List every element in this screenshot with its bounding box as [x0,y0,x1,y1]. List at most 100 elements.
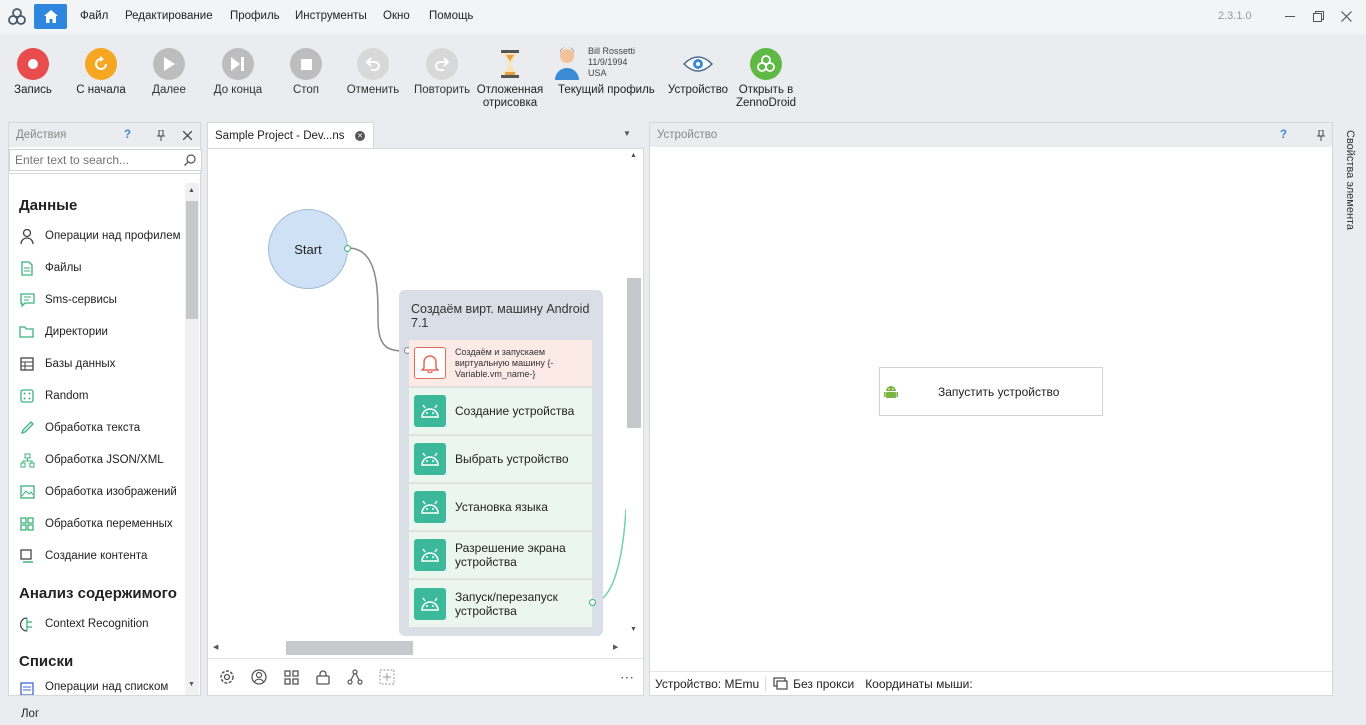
device-panel: Устройство ? Запустить устройство Устрой… [649,122,1333,696]
canvas-hscrollbar[interactable]: ◀ ▶ [210,640,624,656]
action-profile-ops[interactable]: Операции над профилем [19,226,181,246]
action-text-processing[interactable]: Обработка текста [19,418,140,438]
action-directories[interactable]: Директории [19,322,108,342]
status-device: Устройство: MEmu [650,676,767,691]
node-create-device[interactable]: Создание устройства [409,388,592,435]
log-tab[interactable]: Лог [21,708,39,720]
action-image-processing[interactable]: Обработка изображений [19,482,177,502]
profile-settings-button[interactable] [249,667,269,687]
grid-icon [283,669,299,685]
device-button[interactable]: Устройство [666,48,730,97]
menu-edit[interactable]: Редактирование [125,10,213,22]
restore-button[interactable] [1310,8,1326,24]
scroll-down-icon[interactable]: ▼ [188,681,195,688]
section-content-analysis-title: Анализ содержимого [19,585,177,602]
pin-icon[interactable] [1310,129,1332,141]
alert-node[interactable]: Создаём и запускаем виртуальную машину {… [409,340,592,387]
action-label: Операции над списком [45,681,169,693]
profile-country: USA [588,68,607,78]
action-sms[interactable]: Sms-сервисы [19,290,117,310]
close-tab-icon[interactable]: ✕ [355,131,365,141]
toolbar: Запись С начала Далее До конца Стоп Отме… [0,34,1366,116]
close-window-button[interactable] [1338,8,1354,24]
stop-label: Стоп [292,84,320,96]
help-icon[interactable]: ? [124,129,148,141]
action-variables[interactable]: Обработка переменных [19,514,173,534]
lock-icon [316,669,330,685]
start-output-port[interactable] [344,245,351,252]
scroll-up-icon[interactable]: ▲ [630,152,637,159]
scroll-thumb[interactable] [186,201,198,319]
home-icon [43,10,58,23]
to-end-label: До конца [213,84,263,96]
stop-button[interactable]: Стоп [284,48,328,97]
action-random[interactable]: Random [19,386,88,406]
actions-scrollbar[interactable]: ▲ ▼ [185,183,199,695]
scroll-left-icon[interactable]: ◀ [213,643,218,651]
action-label: Файлы [45,262,82,274]
help-icon[interactable]: ? [1280,129,1310,141]
restart-button[interactable]: С начала [75,48,127,97]
grid-view-button[interactable] [281,667,301,687]
start-node[interactable]: Start [268,209,348,289]
menu-help[interactable]: Помощь [429,10,473,22]
tab-dropdown-icon[interactable]: ▼ [623,129,631,138]
hscroll-thumb[interactable] [286,641,413,655]
device-panel-header: Устройство ? [650,123,1332,147]
record-button[interactable]: Запись [10,48,56,97]
scroll-up-icon[interactable]: ▲ [188,187,195,194]
start-device-button[interactable]: Запустить устройство [879,367,1103,416]
action-content-creation[interactable]: Создание контента [19,546,147,566]
open-zennodroid-button[interactable]: Открыть в ZennoDroid [734,48,798,110]
menu-file[interactable]: Файл [80,10,108,22]
close-panel-icon[interactable] [174,130,200,140]
lock-button[interactable] [313,667,333,687]
node-select-device[interactable]: Выбрать устройство [409,436,592,483]
action-databases[interactable]: Базы данных [19,354,115,374]
current-profile-button[interactable]: Текущий профиль [558,84,655,96]
canvas-vscrollbar[interactable]: ▲ ▼ [626,150,642,638]
action-json-xml[interactable]: Обработка JSON/XML [19,450,164,470]
redo-icon [426,48,458,80]
next-button[interactable]: Далее [146,48,192,97]
action-context-recognition[interactable]: Context Recognition [19,614,149,634]
avatar [553,46,581,80]
minimize-button[interactable] [1282,8,1298,24]
element-properties-tab[interactable]: Свойства элемента [1340,124,1360,236]
more-button[interactable]: ⋯ [617,667,637,687]
play-icon [153,48,185,80]
to-end-button[interactable]: До конца [211,48,265,97]
node-output-port[interactable] [589,599,596,606]
node-screen-resolution[interactable]: Разрешение экрана устройства [409,532,592,579]
node-launch-device[interactable]: Запуск/перезапуск устройства [409,580,592,627]
search-icon[interactable] [184,154,196,166]
android-icon [414,395,446,427]
menu-window[interactable]: Окно [383,10,410,22]
action-label: Обработка изображений [45,486,177,498]
app-version: 2.3.1.0 [1218,10,1252,22]
action-list-ops[interactable]: Операции над списком [19,681,168,695]
undo-button[interactable]: Отменить [346,48,400,97]
redo-button[interactable]: Повторить [414,48,470,97]
status-proxy[interactable]: Без прокси [793,677,865,691]
node-label: Установка языка [455,500,548,514]
settings-button[interactable] [217,667,237,687]
deferred-render-button[interactable]: Отложенная отрисовка [476,48,544,110]
action-files[interactable]: Файлы [19,258,82,278]
menu-profile[interactable]: Профиль [230,10,280,22]
pin-icon[interactable] [148,129,174,141]
structure-button[interactable] [345,667,365,687]
android-icon [414,491,446,523]
restore-icon [1312,10,1324,22]
scroll-right-icon[interactable]: ▶ [613,643,618,651]
vscroll-thumb[interactable] [627,278,641,428]
start-device-label: Запустить устройство [938,384,1060,399]
list-icon [19,681,35,695]
home-button[interactable] [34,4,67,29]
scroll-down-icon[interactable]: ▼ [630,626,637,633]
add-block-button[interactable] [377,667,397,687]
project-tab[interactable]: Sample Project - Dev...ns ✕ [207,122,374,149]
node-set-language[interactable]: Установка языка [409,484,592,531]
menu-tools[interactable]: Инструменты [295,10,367,22]
search-input[interactable] [10,153,184,167]
